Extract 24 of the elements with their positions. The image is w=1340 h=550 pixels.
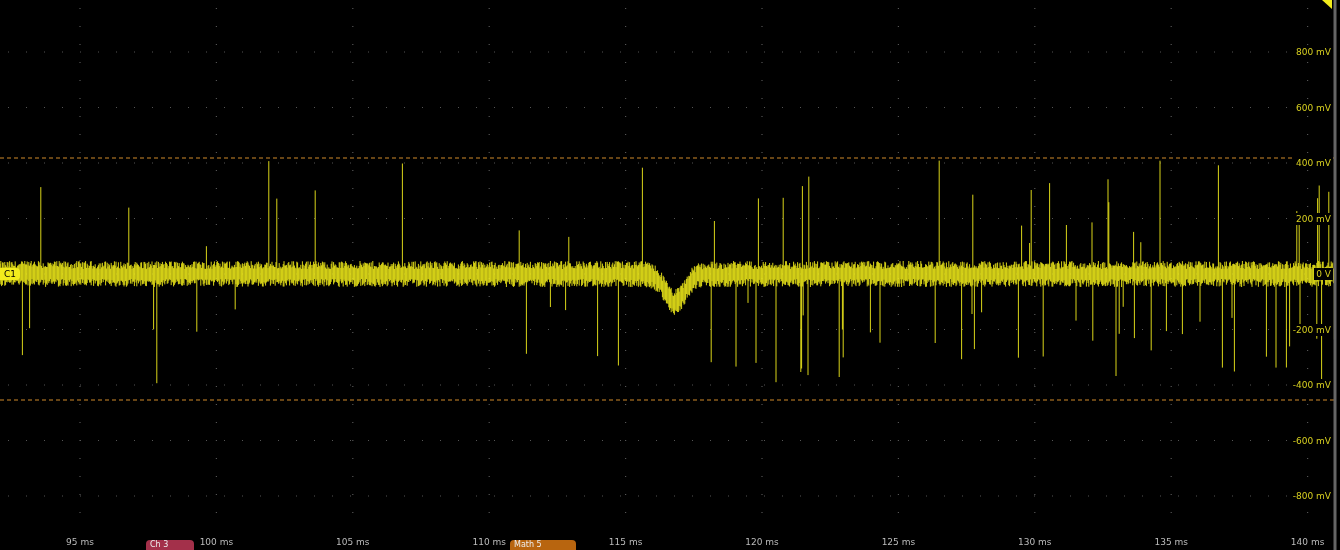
x-axis-label: 105 ms [336, 536, 370, 549]
y-axis-label: -600 mV [1290, 434, 1333, 447]
x-axis-label: 110 ms [472, 536, 506, 549]
y-axis-label: 400 mV [1294, 157, 1333, 169]
x-axis-label: 130 ms [1018, 536, 1052, 549]
lower-cursor-line[interactable] [0, 399, 1336, 401]
upper-cursor-line[interactable] [0, 157, 1336, 159]
x-axis-label: 135 ms [1154, 536, 1188, 549]
channel-badge[interactable]: Math 5 [510, 540, 576, 550]
x-axis-label: 140 ms [1290, 536, 1325, 549]
y-axis-label: 800 mV [1294, 46, 1333, 58]
x-axis-label: 125 ms [881, 536, 916, 549]
channel-badge[interactable]: Ch 3 [146, 540, 194, 550]
y-axis-label: 200 mV [1294, 212, 1333, 225]
x-axis-label: 115 ms [608, 536, 643, 549]
x-axis-label: 120 ms [745, 536, 779, 549]
trace-label[interactable]: C1 [0, 268, 20, 280]
x-axis-label: 95 ms [66, 536, 94, 549]
y-axis-label: -400 mV [1290, 379, 1333, 391]
y-axis-label: 600 mV [1294, 101, 1333, 114]
x-axis-label: 100 ms [199, 536, 234, 549]
y-axis-label: 0 V [1314, 268, 1333, 280]
y-axis-label: -800 mV [1290, 490, 1333, 502]
y-axis-label: -200 mV [1290, 323, 1333, 336]
